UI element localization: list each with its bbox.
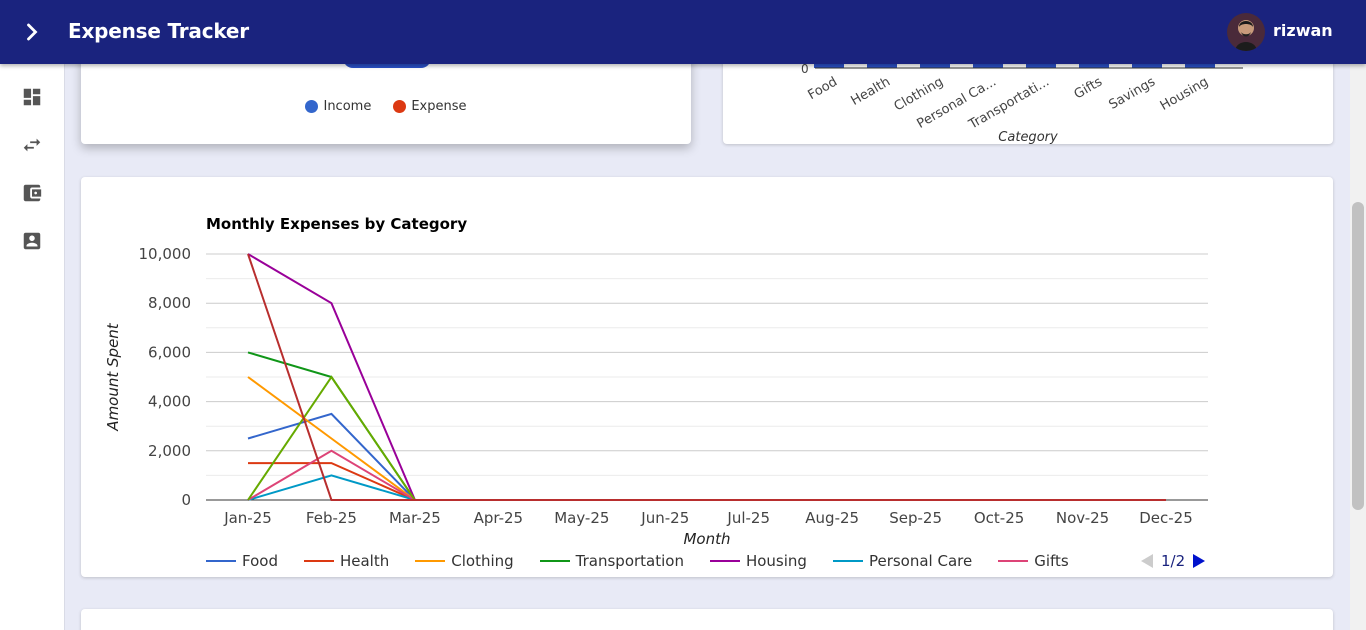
- x-tick-label: Dec-25: [1139, 509, 1193, 527]
- page-scrollbar[interactable]: [1350, 64, 1366, 630]
- monthly-expenses-chart: Monthly Expenses by Category 10,000 8,000…: [104, 215, 1208, 548]
- account-icon[interactable]: [21, 230, 43, 252]
- chart-title: Monthly Expenses by Category: [206, 215, 467, 233]
- legend-label: Personal Care: [868, 552, 973, 570]
- chevron-right-icon[interactable]: [18, 18, 46, 46]
- app-bar: Expense Tracker rizwan: [0, 0, 1366, 64]
- x-tick-label: May-25: [554, 509, 609, 527]
- bar: [973, 64, 1003, 68]
- legend-item[interactable]: Personal Care: [832, 552, 973, 570]
- pager-prev-icon[interactable]: [1139, 553, 1155, 569]
- scrollbar-thumb[interactable]: [1352, 202, 1364, 510]
- category-tick-label: Gifts: [1072, 74, 1106, 102]
- series-line[interactable]: [247, 376, 1166, 501]
- expense-dot-icon: [393, 100, 407, 113]
- dashboard-icon[interactable]: [21, 86, 43, 108]
- x-tick-label: Nov-25: [1056, 509, 1109, 527]
- user-avatar[interactable]: [1227, 13, 1265, 51]
- y-tick-label: 4,000: [148, 393, 191, 411]
- y-tick-label: 10,000: [139, 245, 192, 263]
- y-tick-zero: 0: [801, 62, 809, 76]
- legend-item-income[interactable]: Income: [305, 99, 371, 114]
- legend-label: Transportation: [575, 552, 684, 570]
- legend-label: Income: [323, 99, 372, 114]
- y-tick-label: 8,000: [148, 294, 191, 312]
- x-tick-label: Jun-25: [640, 509, 689, 527]
- legend-label: Food: [242, 552, 278, 570]
- pager-next-icon[interactable]: [1191, 553, 1207, 569]
- legend-label: Health: [339, 552, 390, 570]
- x-tick-label: Oct-25: [974, 509, 1024, 527]
- pie-legend: Income Expense: [81, 99, 691, 114]
- wallet-icon[interactable]: [21, 182, 43, 204]
- legend-item[interactable]: Housing: [709, 552, 807, 570]
- bar: [1026, 64, 1056, 68]
- legend-label: Expense: [411, 99, 467, 114]
- x-tick-label: Mar-25: [389, 509, 441, 527]
- bar: [1079, 64, 1109, 68]
- bar: [920, 64, 950, 68]
- x-tick-label: Jan-25: [223, 509, 272, 527]
- x-tick-label: Jul-25: [726, 509, 770, 527]
- income-dot-icon: [305, 100, 319, 113]
- legend-item[interactable]: Transportation: [539, 552, 684, 570]
- legend-item-expense[interactable]: Expense: [393, 99, 467, 114]
- x-tick-label: Feb-25: [306, 509, 357, 527]
- series-line[interactable]: [247, 375, 1166, 501]
- bar: [814, 64, 844, 68]
- transactions-icon[interactable]: [21, 134, 43, 156]
- x-axis-label: Month: [683, 530, 730, 547]
- legend-label: Housing: [745, 552, 807, 570]
- legend-swatch-icon: [832, 560, 863, 562]
- x-tick-label: Aug-25: [805, 509, 859, 527]
- x-axis-label: Category: [998, 130, 1058, 144]
- legend-item[interactable]: Clothing: [415, 552, 514, 570]
- username[interactable]: rizwan: [1273, 21, 1333, 40]
- legend-pager: 1/2: [1139, 552, 1207, 570]
- legend-item[interactable]: Gifts: [998, 552, 1069, 570]
- legend-item[interactable]: Food: [206, 552, 278, 570]
- bar: [867, 64, 897, 68]
- category-tick-label: Health: [849, 74, 893, 108]
- legend-label: Gifts: [1034, 552, 1069, 570]
- y-tick-label: 6,000: [148, 343, 191, 361]
- x-tick-label: Apr-25: [474, 509, 524, 527]
- legend-swatch-icon: [709, 560, 740, 562]
- category-tick-label: Savings: [1107, 74, 1159, 112]
- next-card: [81, 609, 1333, 630]
- legend-swatch-icon: [206, 560, 236, 562]
- monthly-expenses-card: Monthly Expenses by Category 10,000 8,000…: [81, 177, 1333, 577]
- chart-legend: Food Health Clothing Transportation Housing P…: [206, 552, 1069, 570]
- legend-item[interactable]: Health: [303, 552, 390, 570]
- sidebar: [0, 64, 65, 630]
- legend-swatch-icon: [998, 560, 1029, 562]
- x-tick-label: Sep-25: [889, 509, 942, 527]
- legend-swatch-icon: [303, 560, 334, 562]
- bar: [1185, 64, 1215, 68]
- legend-label: Clothing: [451, 552, 514, 570]
- y-axis-label: Amount Spent: [104, 322, 122, 431]
- category-tick-label: Food: [805, 74, 840, 103]
- legend-swatch-icon: [539, 560, 570, 562]
- pager-text: 1/2: [1161, 552, 1186, 570]
- category-tick-label: Housing: [1158, 74, 1211, 113]
- y-tick-label: 2,000: [148, 442, 191, 460]
- bar: [1132, 64, 1162, 68]
- y-tick-label: 0: [181, 491, 191, 509]
- legend-swatch-icon: [415, 560, 446, 562]
- app-title: Expense Tracker: [68, 19, 249, 43]
